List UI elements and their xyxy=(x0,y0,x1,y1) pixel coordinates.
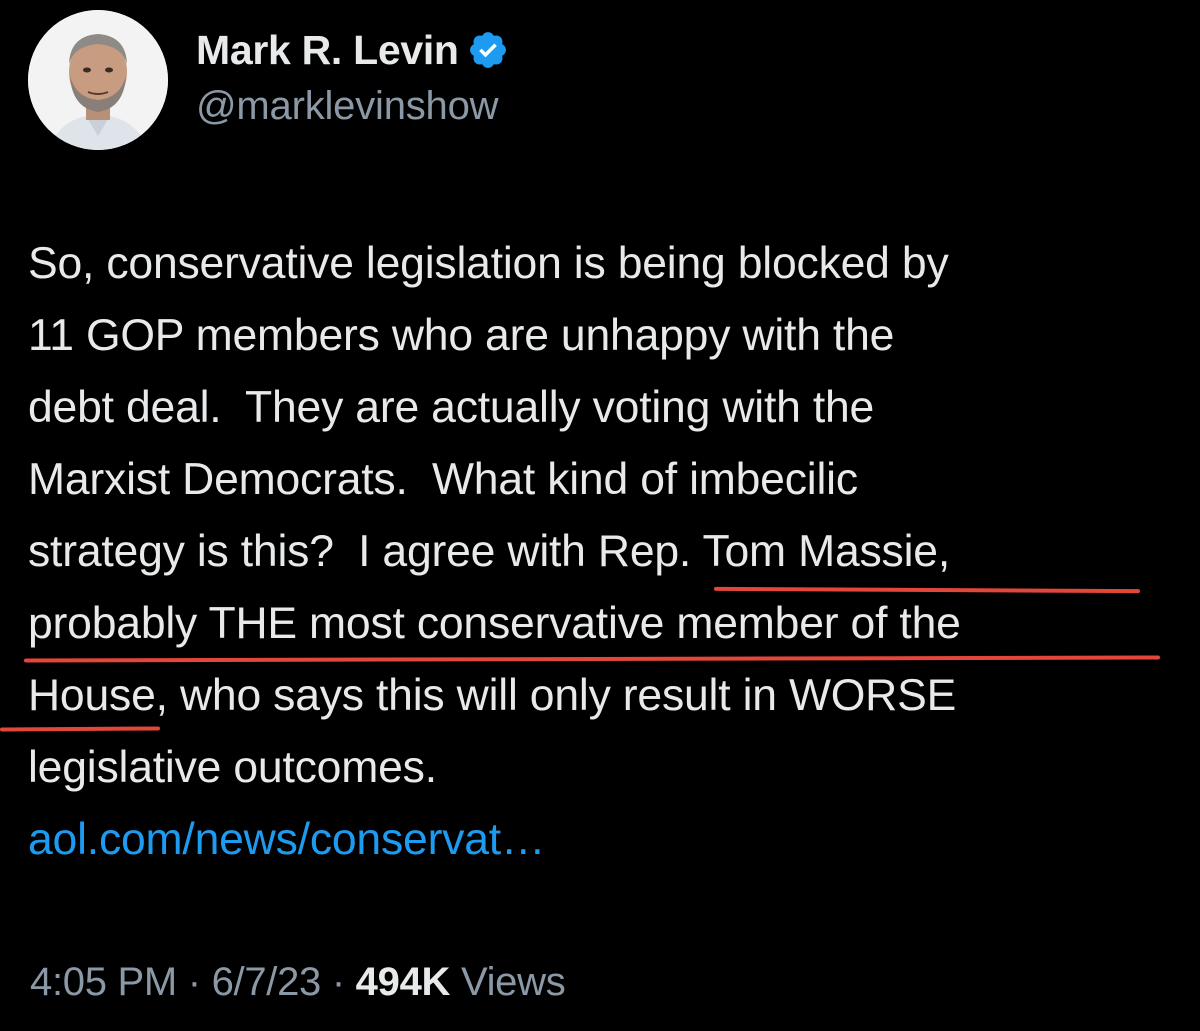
tweet-line: debt deal. They are actually voting with… xyxy=(28,383,875,432)
profile-photo-icon xyxy=(28,10,168,150)
tweet-line: Marxist Democrats. What kind of imbecili… xyxy=(28,455,858,504)
tweet-line: strategy is this? I agree with Rep. Tom … xyxy=(28,527,950,576)
tweet-line: legislative outcomes. xyxy=(28,743,437,792)
tweet-time[interactable]: 4:05 PM xyxy=(30,960,177,1004)
handle[interactable]: @marklevinshow xyxy=(196,84,509,129)
views-count: 494K xyxy=(355,960,451,1004)
separator: · xyxy=(331,960,345,1004)
views-label: Views xyxy=(460,960,566,1004)
tweet-line: So, conservative legislation is being bl… xyxy=(28,239,949,288)
tweet-text: So, conservative legislation is being bl… xyxy=(28,228,1188,876)
tweet: Mark R. Levin @marklevinshow So, conserv… xyxy=(0,0,1200,1031)
verified-badge-icon[interactable] xyxy=(467,29,509,71)
avatar[interactable] xyxy=(28,10,168,150)
tweet-line: 11 GOP members who are unhappy with the xyxy=(28,311,895,360)
separator: · xyxy=(187,960,201,1004)
tweet-line: House, who says this will only result in… xyxy=(28,671,957,720)
article-link[interactable]: aol.com/news/conservat… xyxy=(28,815,545,864)
name-row: Mark R. Levin xyxy=(196,22,509,78)
tweet-date[interactable]: 6/7/23 xyxy=(212,960,322,1004)
tweet-meta: 4:05 PM · 6/7/23 · 494K Views xyxy=(30,960,566,1005)
author-block: Mark R. Levin @marklevinshow xyxy=(196,22,509,129)
display-name[interactable]: Mark R. Levin xyxy=(196,27,459,74)
tweet-line: probably THE most conservative member of… xyxy=(28,599,961,648)
tweet-link-line: aol.com/news/conservat… xyxy=(28,804,1188,876)
